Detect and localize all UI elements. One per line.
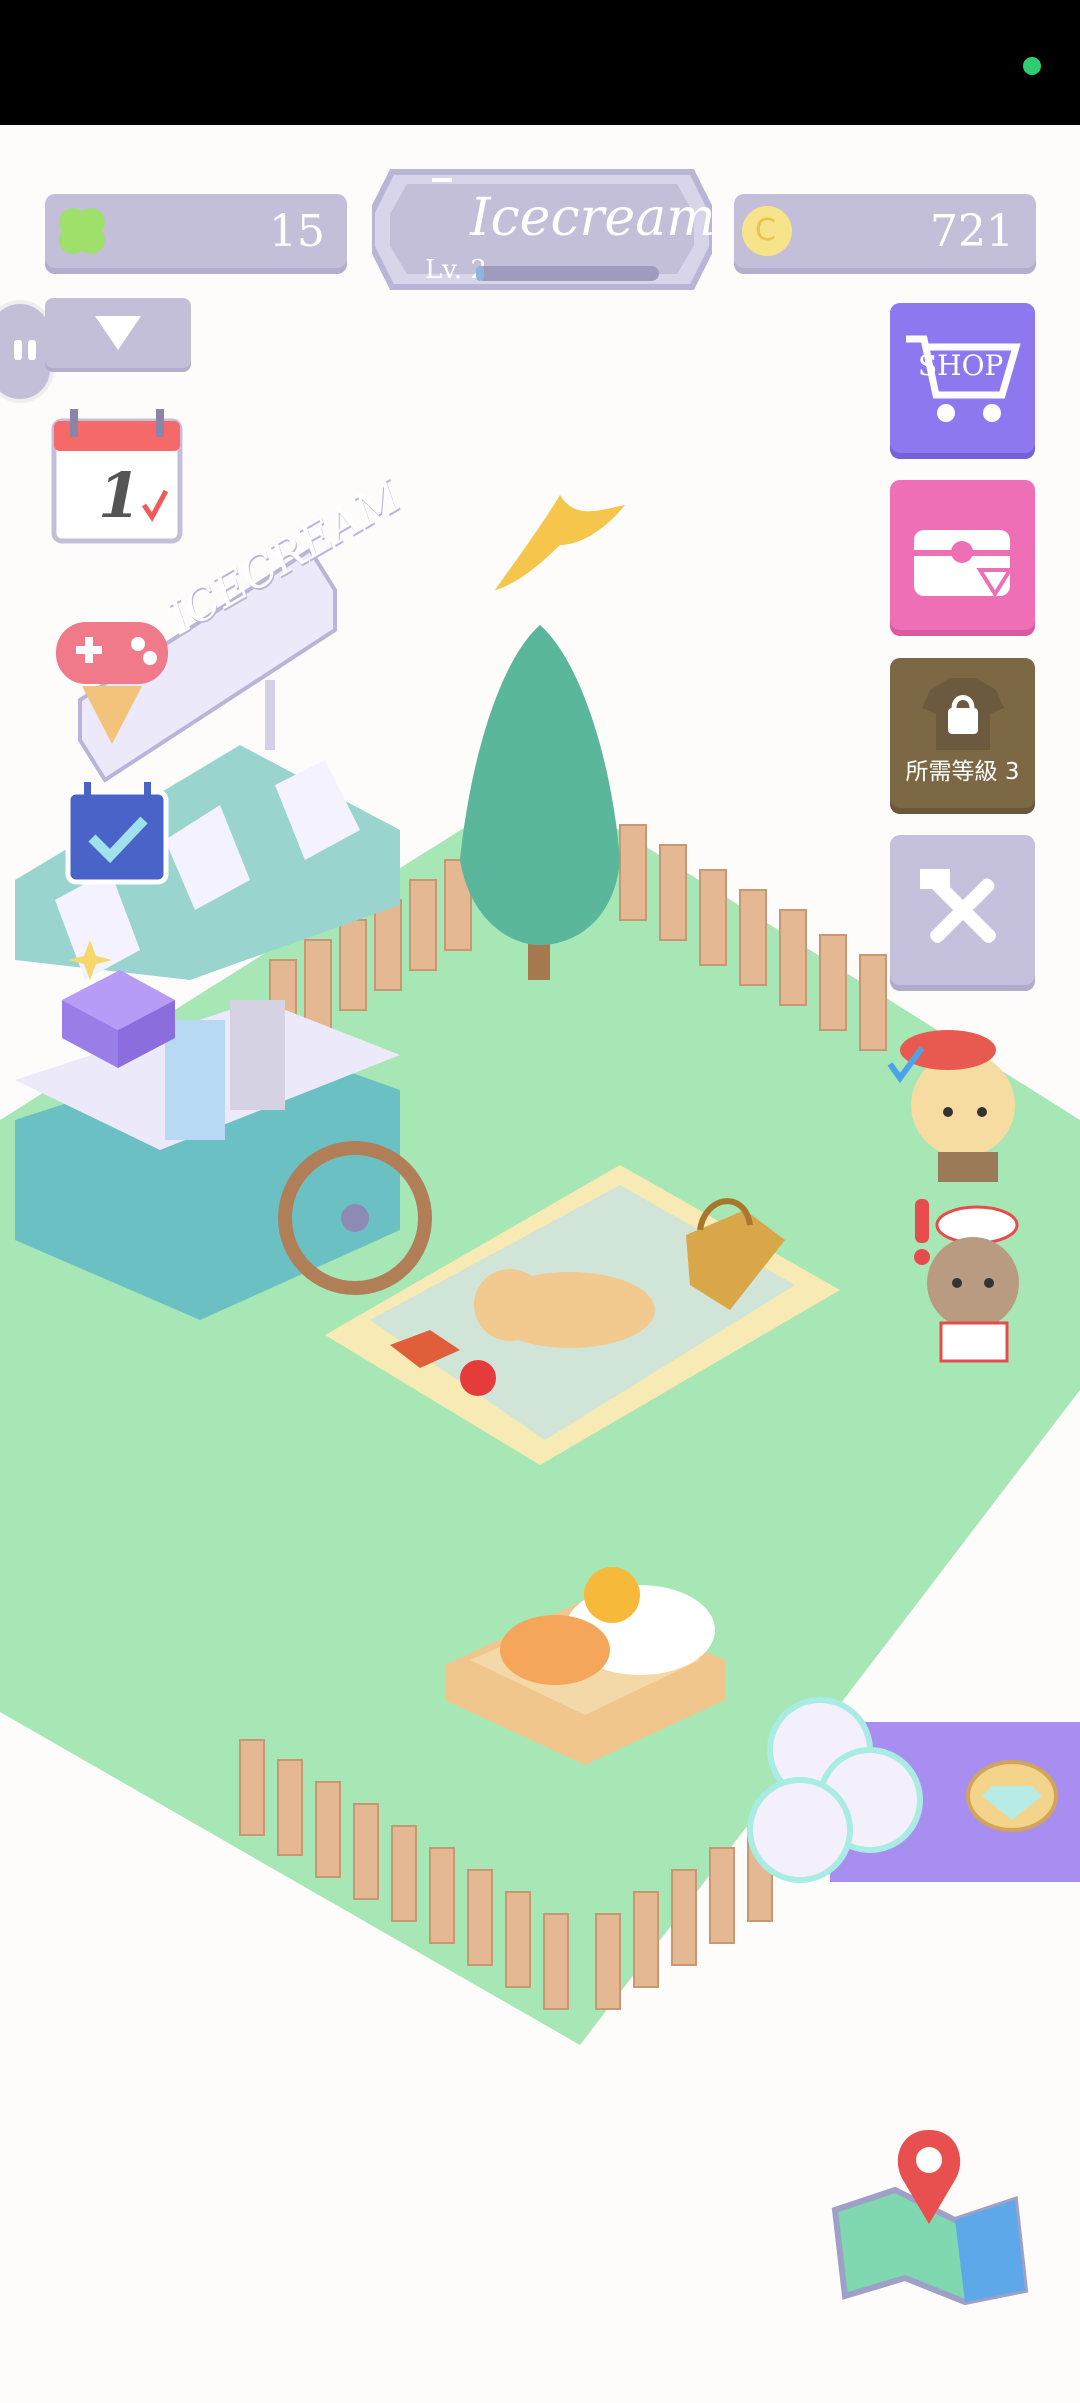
calendar-day: 1 [98, 459, 142, 532]
clover-icon [59, 208, 105, 254]
customer-poodle[interactable] [878, 1010, 1038, 1185]
chest-icon [914, 530, 1014, 598]
tools-icon [920, 869, 996, 943]
required-level-label: 所需等級 3 [905, 759, 1020, 785]
map-button[interactable] [825, 2120, 1035, 2305]
customer-chef-cat[interactable] [885, 1195, 1035, 1365]
menu-dropdown-button[interactable] [45, 298, 191, 368]
treasure-chest-button[interactable] [890, 480, 1035, 630]
banana-peel [495, 495, 625, 590]
coin-count: 721 [930, 206, 1014, 257]
lock-shirt-icon [922, 678, 1004, 750]
diamond-icon [966, 1760, 1058, 1832]
apple [460, 1360, 496, 1396]
coin-icon: C [742, 206, 792, 256]
map-icon [831, 2130, 1029, 2305]
alert-icon [915, 1199, 929, 1243]
daily-calendar-button[interactable]: 1 [50, 407, 184, 545]
shop-button[interactable]: SHOP [890, 303, 1035, 453]
gamepad-icon [56, 622, 168, 744]
xp-bar-track [476, 266, 659, 281]
clover-counter[interactable]: 15 [45, 194, 347, 268]
gift-box-icon [62, 940, 175, 1068]
checklist-icon [65, 782, 169, 885]
coin-counter[interactable]: C 721 [734, 194, 1036, 268]
task-checklist-button[interactable] [62, 780, 174, 888]
xp-bar-fill [476, 266, 484, 281]
shop-label: SHOP [918, 349, 1004, 382]
minigame-button[interactable] [50, 608, 185, 748]
dropdown-icon [95, 316, 141, 350]
build-tools-button[interactable] [890, 835, 1035, 985]
gift-box-button[interactable] [50, 930, 185, 1070]
title-dash [432, 178, 452, 182]
clover-count: 15 [269, 206, 325, 257]
shop-name: Icecream [470, 188, 716, 248]
cotton-ball[interactable] [740, 1690, 940, 1900]
